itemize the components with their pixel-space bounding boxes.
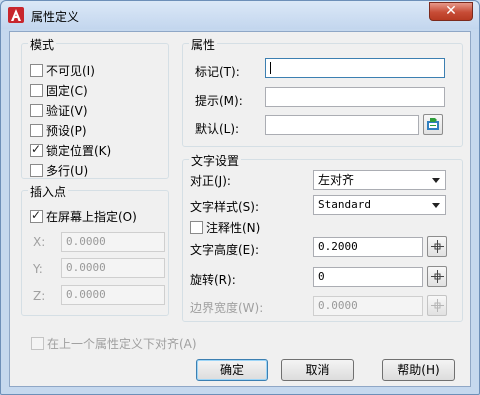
checkbox-label: 预设(P) — [46, 123, 87, 138]
autocad-app-icon — [8, 7, 24, 23]
annotative-checkbox[interactable]: 注释性(N) — [190, 219, 260, 235]
default-label: 默认(L): — [195, 122, 240, 136]
text-style-select[interactable]: Standard — [313, 195, 446, 215]
checkbox-box — [30, 123, 43, 137]
checkbox-box — [30, 142, 43, 157]
text-height-label: 文字高度(E): — [190, 243, 259, 257]
title-bar[interactable]: 属性定义 ✕ — [1, 1, 479, 29]
cancel-button[interactable]: 取消 — [281, 359, 354, 381]
crosshair-pick-icon — [431, 270, 444, 283]
z-field[interactable]: 0.0000 — [61, 285, 165, 305]
text-style-value: Standard — [318, 198, 371, 211]
insert-field-icon — [427, 118, 439, 130]
close-button[interactable]: ✕ — [429, 2, 473, 21]
insertion-point-group: 插入点 在屏幕上指定(O) X: 0.0000 Y: 0.0000 Z: 0.0… — [21, 183, 169, 316]
text-style-label: 文字样式(S): — [190, 200, 260, 214]
rotation-input[interactable]: 0 — [313, 267, 423, 287]
checkbox-box — [30, 208, 43, 223]
invisible-checkbox[interactable]: 不可见(I) — [30, 62, 95, 78]
tag-input[interactable] — [265, 58, 445, 78]
attribute-group: 属性 标记(T): 提示(M): 默认(L): — [182, 36, 463, 147]
y-field[interactable]: 0.0000 — [61, 258, 165, 278]
insertion-point-group-title: 插入点 — [28, 183, 69, 200]
checkbox-box — [190, 220, 203, 234]
checkbox-box — [30, 163, 43, 177]
checkbox-label: 注释性(N) — [206, 220, 261, 235]
rotation-label: 旋转(R): — [190, 273, 236, 287]
checkbox-label: 固定(C) — [46, 83, 88, 98]
crosshair-pick-icon — [431, 299, 444, 312]
checkbox-box — [30, 63, 43, 77]
constant-checkbox[interactable]: 固定(C) — [30, 82, 88, 98]
checkbox-box — [31, 336, 44, 350]
tag-label: 标记(T): — [195, 65, 240, 79]
align-below-checkbox[interactable]: 在上一个属性定义下对齐(A) — [31, 335, 197, 351]
x-field[interactable]: 0.0000 — [61, 232, 165, 252]
dialog-window: 属性定义 ✕ 模式 不可见(I) 固定(C) 验证(V) 预设(P) ✓ 锁定位… — [0, 0, 480, 395]
checkbox-box — [30, 103, 43, 117]
text-settings-group-title: 文字设置 — [189, 152, 242, 169]
pick-height-button[interactable] — [427, 236, 447, 257]
lock-position-checkbox[interactable]: 锁定位置(K) — [30, 142, 111, 158]
text-height-input[interactable]: 0.2000 — [313, 237, 423, 257]
text-caret — [270, 62, 271, 74]
ok-button[interactable]: 确定 — [196, 359, 268, 381]
y-label: Y: — [33, 262, 43, 276]
help-button[interactable]: 帮助(H) — [382, 359, 455, 381]
justification-value: 左对齐 — [318, 173, 355, 187]
prompt-input[interactable] — [265, 87, 445, 107]
pick-rotation-button[interactable] — [427, 266, 447, 287]
preset-checkbox[interactable]: 预设(P) — [30, 122, 87, 138]
attribute-group-title: 属性 — [189, 36, 218, 53]
checkbox-label: 在上一个属性定义下对齐(A) — [47, 336, 197, 351]
justification-label: 对正(J): — [190, 174, 231, 188]
window-title: 属性定义 — [31, 10, 80, 24]
x-label: X: — [33, 235, 46, 249]
checkbox-label: 不可见(I) — [46, 63, 95, 78]
checkbox-box — [30, 83, 43, 97]
mode-group: 模式 不可见(I) 固定(C) 验证(V) 预设(P) 锁定位置(K) — [21, 36, 169, 179]
z-label: Z: — [33, 289, 46, 303]
verify-checkbox[interactable]: 验证(V) — [30, 102, 88, 118]
crosshair-pick-icon — [431, 240, 444, 253]
boundary-width-label: 边界宽度(W): — [190, 301, 264, 315]
default-input[interactable] — [265, 115, 419, 135]
mode-group-title: 模式 — [28, 36, 57, 53]
checkbox-label: 锁定位置(K) — [46, 143, 112, 158]
close-icon: ✕ — [445, 3, 457, 19]
pick-width-button[interactable] — [427, 295, 447, 316]
dialog-body: 模式 不可见(I) 固定(C) 验证(V) 预设(P) 锁定位置(K) — [9, 31, 471, 387]
specify-on-screen-checkbox[interactable]: 在屏幕上指定(O) — [30, 208, 137, 224]
chevron-down-icon — [432, 203, 440, 208]
checkbox-label: 多行(U) — [46, 163, 89, 178]
justification-select[interactable]: 左对齐 — [313, 170, 446, 190]
checkbox-label: 在屏幕上指定(O) — [46, 209, 137, 224]
multiline-checkbox[interactable]: 多行(U) — [30, 162, 88, 178]
chevron-down-icon — [432, 178, 440, 183]
boundary-width-input[interactable]: 0.0000 — [313, 296, 423, 316]
insert-field-button[interactable] — [423, 114, 443, 135]
prompt-label: 提示(M): — [195, 94, 243, 108]
text-settings-group: 文字设置 对正(J): 左对齐 文字样式(S): Standard 注释性(N)… — [182, 152, 463, 322]
checkbox-label: 验证(V) — [46, 103, 88, 118]
